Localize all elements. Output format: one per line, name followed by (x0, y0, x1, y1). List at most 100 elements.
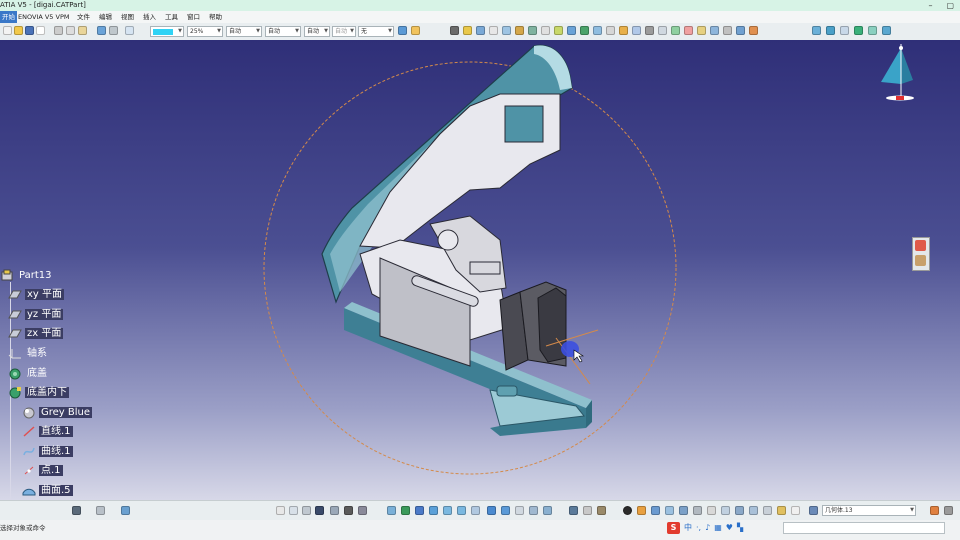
normal-icon[interactable] (543, 506, 552, 515)
tree-item-surface[interactable]: 曲面.5 (22, 484, 73, 497)
tree-item-material[interactable]: Grey Blue (22, 406, 93, 419)
comment-icon[interactable] (289, 506, 298, 515)
dimension-icon[interactable] (721, 506, 730, 515)
mirror-icon[interactable] (632, 26, 641, 35)
select-icon[interactable] (315, 506, 324, 515)
painter-icon[interactable] (398, 26, 407, 35)
swap-visible-icon[interactable] (529, 506, 538, 515)
pattern-icon[interactable] (645, 26, 654, 35)
hide-show-icon[interactable] (882, 26, 891, 35)
menu-file[interactable]: 文件 (77, 11, 90, 23)
tree-item-yz-plane[interactable]: yz 平面 (8, 308, 64, 321)
transparency-combo[interactable]: 25% ▼ (187, 26, 223, 37)
fillet-icon[interactable] (554, 26, 563, 35)
linetype-combo[interactable]: 自动 ▼ (226, 26, 262, 37)
layer-icon[interactable] (358, 506, 367, 515)
grid-view-icon[interactable] (693, 506, 702, 515)
close-surface-icon[interactable] (710, 26, 719, 35)
brush-icon[interactable] (411, 26, 420, 35)
undo-icon[interactable] (97, 26, 106, 35)
swap-icon[interactable] (344, 506, 353, 515)
shading-icon[interactable] (501, 506, 510, 515)
constraint-icon[interactable] (735, 506, 744, 515)
hide-icon[interactable] (330, 506, 339, 515)
tree-item-zx-plane[interactable]: zx 平面 (8, 327, 64, 340)
tools-icon[interactable] (583, 506, 592, 515)
compass-icon[interactable] (873, 44, 923, 104)
tree-item-line[interactable]: 直线.1 (22, 425, 73, 438)
rib-icon[interactable] (528, 26, 537, 35)
sketch-tools-icon[interactable] (749, 506, 758, 515)
save-icon[interactable] (25, 26, 34, 35)
body-select-icon[interactable] (809, 506, 818, 515)
menu-help[interactable]: 帮助 (209, 11, 222, 23)
split-icon[interactable] (684, 26, 693, 35)
tree-item-curve[interactable]: 曲线.1 (22, 445, 73, 458)
tree-item-point[interactable]: 点.1 (22, 464, 63, 477)
ime-toolbar[interactable]: S 中 ·, ♪ ▦ ♥ ▚ (667, 521, 743, 534)
view-normal-icon[interactable] (840, 26, 849, 35)
paste-icon[interactable] (78, 26, 87, 35)
fly-icon[interactable] (387, 506, 396, 515)
union-icon[interactable] (736, 26, 745, 35)
shell-icon[interactable] (593, 26, 602, 35)
tree-item-body[interactable]: 底盖 (8, 367, 49, 380)
view-iso-icon[interactable] (854, 26, 863, 35)
paint-icon[interactable] (930, 506, 939, 515)
options-icon[interactable] (944, 506, 953, 515)
menu-view[interactable]: 视图 (121, 11, 134, 23)
keyboard-icon[interactable]: ▦ (714, 523, 722, 532)
table-icon[interactable] (707, 506, 716, 515)
minimize-button[interactable]: – (928, 0, 932, 11)
catalog-icon[interactable] (597, 506, 606, 515)
knowledge-icon[interactable] (791, 506, 800, 515)
help-icon[interactable] (125, 26, 134, 35)
copy-icon[interactable] (66, 26, 75, 35)
zoom-out-icon[interactable] (457, 506, 466, 515)
body-icon[interactable] (450, 26, 459, 35)
redo-icon[interactable] (109, 26, 118, 35)
3d-viewport[interactable]: Part13 xy 平面 yz 平面 zx 平面 轴系 底盖 底盖内下 Grey… (0, 40, 960, 500)
tree-item-xy-plane[interactable]: xy 平面 (8, 288, 65, 301)
formula-icon[interactable] (276, 506, 285, 515)
draft-icon[interactable] (580, 26, 589, 35)
view-rotate-icon[interactable] (826, 26, 835, 35)
menu-insert[interactable]: 插入 (143, 11, 156, 23)
current-body-combo[interactable]: 几何体.13 ▼ (822, 505, 916, 516)
normal-view-icon[interactable] (471, 506, 480, 515)
menu-enovia[interactable]: ENOVIA V5 VPM (18, 11, 69, 23)
layer-combo[interactable]: 自动 ▼ (304, 26, 330, 37)
hole-icon[interactable] (515, 26, 524, 35)
remove-icon[interactable] (749, 26, 758, 35)
spiral-icon[interactable] (623, 506, 632, 515)
filter-icon[interactable] (763, 506, 772, 515)
lineweight-combo[interactable]: 自动 ▼ (265, 26, 301, 37)
toolbox-icon[interactable]: ▚ (737, 523, 743, 532)
analysis-icon[interactable] (637, 506, 646, 515)
pocket-icon[interactable] (476, 26, 485, 35)
restore-button[interactable]: ▢ (946, 0, 954, 11)
hide-show-icon[interactable] (515, 506, 524, 515)
menu-window[interactable]: 窗口 (187, 11, 200, 23)
curvature-icon[interactable] (651, 506, 660, 515)
layer-filter-combo[interactable]: 无 ▼ (358, 26, 394, 37)
cut-icon[interactable] (54, 26, 63, 35)
zoom-in-icon[interactable] (443, 506, 452, 515)
menu-edit[interactable]: 编辑 (99, 11, 112, 23)
thread-icon[interactable] (619, 26, 628, 35)
measure-icon[interactable] (302, 506, 311, 515)
thickness-icon[interactable] (606, 26, 615, 35)
section-icon[interactable] (679, 506, 688, 515)
warning-icon[interactable] (777, 506, 786, 515)
open-icon[interactable] (14, 26, 23, 35)
chamfer-icon[interactable] (567, 26, 576, 35)
tree-expand-icon[interactable] (96, 506, 105, 515)
skin-icon[interactable]: ♥ (726, 523, 733, 532)
tree-item-geometrical-set[interactable]: 底盖内下 (8, 386, 69, 399)
exit-workbench-icon[interactable] (915, 240, 926, 251)
tree-item-axis-system[interactable]: 轴系 (8, 347, 49, 360)
intersect-icon[interactable] (723, 26, 732, 35)
view-fit-icon[interactable] (812, 26, 821, 35)
scale-icon[interactable] (671, 26, 680, 35)
menu-tools[interactable]: 工具 (165, 11, 178, 23)
